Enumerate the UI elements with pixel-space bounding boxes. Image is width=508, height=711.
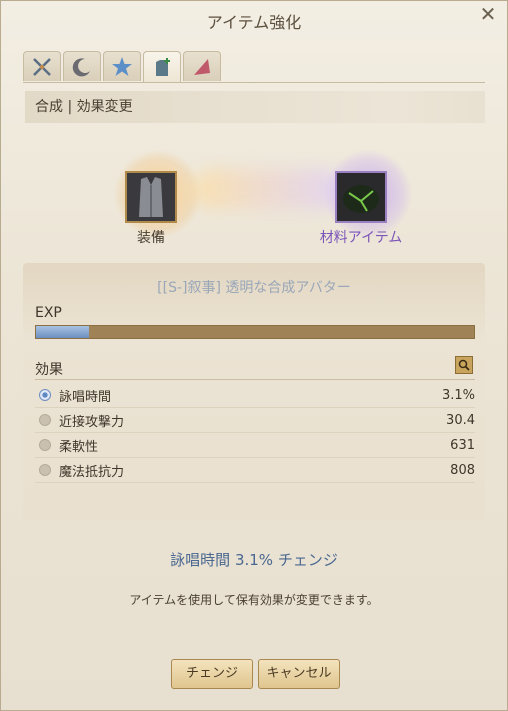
slot-area: 装備 材料アイテム xyxy=(23,129,485,249)
tab-shirt-plus[interactable] xyxy=(143,51,181,83)
effect-radio[interactable] xyxy=(39,414,51,426)
equip-slot-label: 装備 xyxy=(137,230,165,246)
effect-row[interactable]: 詠唱時間 3.1% xyxy=(35,383,475,408)
exp-label: EXP xyxy=(35,305,62,321)
effect-name: 魔法抵抗力 xyxy=(59,464,125,480)
effect-radio[interactable] xyxy=(39,464,51,476)
window-title: アイテム強化 xyxy=(206,13,302,32)
effect-value: 808 xyxy=(450,462,475,478)
star-icon xyxy=(112,56,132,76)
crossed-swords-icon xyxy=(33,57,51,76)
exp-bar-fill xyxy=(36,326,89,338)
exp-bar xyxy=(35,325,475,339)
effect-label: 効果 xyxy=(35,362,63,378)
effect-radio[interactable] xyxy=(39,389,51,401)
item-name: [[S-]叙事] 透明な合成アバター xyxy=(157,280,351,296)
change-button[interactable]: チェンジ xyxy=(171,659,253,689)
effect-name: 柔軟性 xyxy=(59,439,99,455)
tab-bar xyxy=(23,51,223,83)
effect-value: 631 xyxy=(450,437,475,453)
arrowhead-icon xyxy=(194,58,210,75)
effect-panel: [[S-]叙事] 透明な合成アバター EXP 効果 詠唱時間 3.1% 近接攻撃… xyxy=(23,263,485,521)
avatar-costume-icon xyxy=(127,173,175,221)
effect-row[interactable]: 柔軟性 631 xyxy=(35,433,475,458)
shirt-plus-icon xyxy=(156,57,170,76)
tab-arrowhead[interactable] xyxy=(183,51,221,81)
effect-value: 30.4 xyxy=(446,412,475,428)
help-text: アイテムを使用して保有効果が変更できます。 xyxy=(129,593,379,607)
effect-divider xyxy=(35,379,475,380)
close-icon[interactable]: ✕ xyxy=(477,3,499,25)
effect-name: 近接攻撃力 xyxy=(59,414,125,430)
tab-crossed-swords[interactable] xyxy=(23,51,61,81)
cancel-button[interactable]: キャンセル xyxy=(258,659,340,689)
material-slot[interactable] xyxy=(335,171,387,223)
material-stone-icon xyxy=(337,173,385,221)
moon-icon xyxy=(72,57,90,76)
effect-list: 詠唱時間 3.1% 近接攻撃力 30.4 柔軟性 631 魔法抵抗力 808 xyxy=(35,383,475,483)
item-enhance-window: アイテム強化 ✕ 合成 | 効果変更 装備 材料アイテム [[S-]叙事] 透明… xyxy=(0,0,508,711)
effect-radio[interactable] xyxy=(39,439,51,451)
effect-value: 3.1% xyxy=(441,387,475,403)
effect-name: 詠唱時間 xyxy=(59,389,112,405)
effect-row[interactable]: 魔法抵抗力 808 xyxy=(35,458,475,483)
equip-slot[interactable] xyxy=(125,171,177,223)
material-slot-label: 材料アイテム xyxy=(319,230,403,246)
tab-moon[interactable] xyxy=(63,51,101,81)
effect-row[interactable]: 近接攻撃力 30.4 xyxy=(35,408,475,433)
change-summary: 詠唱時間 3.1% チェンジ xyxy=(170,551,338,569)
tab-divider xyxy=(23,82,485,83)
magnify-icon[interactable] xyxy=(455,356,473,374)
tab-star[interactable] xyxy=(103,51,141,81)
breadcrumb: 合成 | 効果変更 xyxy=(25,91,485,123)
sparkle-effect xyxy=(193,169,343,209)
